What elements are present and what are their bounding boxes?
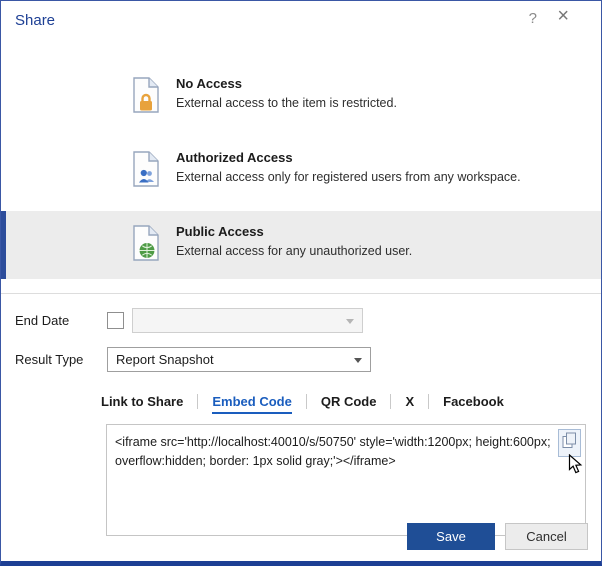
document-users-icon: [131, 151, 161, 192]
share-dialog: Share ? × No Access External access to t…: [0, 0, 602, 566]
chevron-down-icon: [354, 358, 362, 363]
section-divider: [1, 293, 601, 294]
option-public-access[interactable]: Public Access External access for any un…: [1, 211, 601, 279]
option-description: External access to the item is restricte…: [176, 96, 397, 110]
result-type-label: Result Type: [15, 352, 107, 367]
help-icon[interactable]: ?: [529, 10, 537, 27]
access-options: No Access External access to the item is…: [1, 63, 601, 279]
option-title: No Access: [176, 76, 397, 91]
tab-embed-code[interactable]: Embed Code: [198, 394, 306, 409]
save-button[interactable]: Save: [407, 523, 495, 550]
close-icon[interactable]: ×: [557, 6, 569, 26]
chevron-down-icon: [346, 319, 354, 324]
result-type-value: Report Snapshot: [116, 352, 214, 367]
share-tabs: Link to Share Embed Code QR Code X Faceb…: [101, 394, 601, 409]
tab-qr-code[interactable]: QR Code: [307, 394, 392, 409]
tab-link-to-share[interactable]: Link to Share: [101, 394, 198, 409]
end-date-label: End Date: [15, 313, 107, 328]
dialog-footer: Save Cancel: [407, 523, 588, 550]
result-type-row: Result Type Report Snapshot: [15, 346, 601, 372]
embed-code-section: <iframe src='http://localhost:40010/s/50…: [106, 424, 586, 536]
copy-button[interactable]: [558, 429, 581, 457]
mouse-cursor-icon: [568, 454, 583, 480]
result-type-select[interactable]: Report Snapshot: [107, 347, 371, 372]
end-date-checkbox[interactable]: [107, 312, 124, 329]
option-title: Public Access: [176, 224, 412, 239]
option-title: Authorized Access: [176, 150, 521, 165]
end-date-picker[interactable]: [132, 308, 363, 333]
dialog-title: Share: [15, 12, 55, 29]
embed-code-textarea[interactable]: <iframe src='http://localhost:40010/s/50…: [106, 424, 586, 536]
option-description: External access only for registered user…: [176, 170, 521, 184]
copy-icon: [562, 432, 577, 454]
document-globe-icon: [131, 225, 161, 266]
document-lock-icon: [131, 77, 161, 118]
end-date-row: End Date: [15, 307, 601, 333]
tab-x[interactable]: X: [391, 394, 429, 409]
tab-facebook[interactable]: Facebook: [429, 394, 518, 409]
option-authorized-access[interactable]: Authorized Access External access only f…: [1, 137, 601, 205]
option-no-access[interactable]: No Access External access to the item is…: [1, 63, 601, 131]
cancel-button[interactable]: Cancel: [505, 523, 588, 550]
option-description: External access for any unauthorized use…: [176, 244, 412, 258]
